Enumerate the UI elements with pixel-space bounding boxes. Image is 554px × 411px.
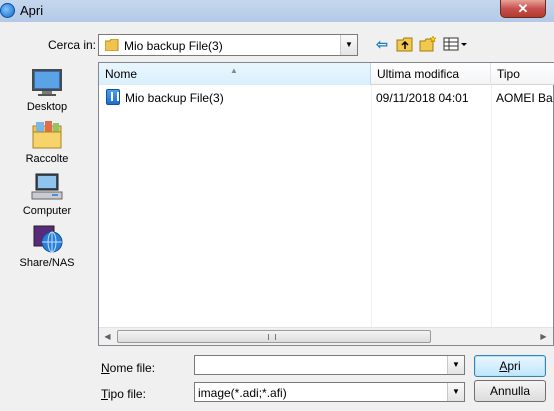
chevron-down-icon[interactable]: ▼	[447, 356, 464, 374]
close-button[interactable]: ✕	[500, 0, 546, 18]
chevron-down-icon[interactable]: ▼	[340, 35, 357, 55]
open-dialog: Apri ✕ Cerca in: Mio backup File(3) ▼ ⇦ …	[0, 0, 554, 411]
column-header-row: ▲ Nome Ultima modifica Tipo	[99, 63, 554, 85]
new-folder-icon[interactable]	[419, 35, 437, 53]
column-type-label: Tipo	[497, 67, 520, 81]
file-date: 09/11/2018 04:01	[376, 91, 469, 105]
filetype-value: image(*.adi;*.afi)	[198, 386, 287, 400]
computer-icon	[31, 173, 63, 200]
window-title: Apri	[20, 3, 44, 18]
scrollbar-thumb[interactable]	[117, 330, 431, 343]
filetype-dropdown[interactable]: image(*.adi;*.afi) ▼	[194, 382, 465, 402]
place-label: Desktop	[26, 101, 68, 113]
network-globe-icon	[33, 225, 63, 253]
filetype-label: Tipo file:	[101, 387, 146, 401]
places-computer[interactable]: Computer	[14, 172, 80, 217]
column-header-name[interactable]: ▲ Nome	[99, 63, 371, 85]
libraries-icon	[32, 121, 62, 149]
close-icon: ✕	[517, 1, 529, 16]
sort-ascending-icon: ▲	[230, 66, 238, 75]
place-label: Share/NAS	[19, 257, 75, 269]
scroll-right-icon[interactable]: ▶	[535, 328, 552, 345]
column-name-label: Nome	[105, 67, 138, 81]
lookin-dropdown[interactable]: Mio backup File(3) ▼	[98, 34, 358, 56]
file-list[interactable]: ▲ Nome Ultima modifica Tipo Mio backup F…	[98, 62, 554, 346]
app-icon	[0, 3, 15, 18]
horizontal-scrollbar[interactable]: ◀ ▶	[99, 327, 553, 345]
column-header-type[interactable]: Tipo	[491, 63, 554, 85]
places-share-nas[interactable]: Share/NAS	[14, 224, 80, 269]
column-divider	[371, 85, 372, 327]
file-name: Mio backup File(3)	[125, 91, 224, 105]
up-folder-icon[interactable]	[396, 35, 414, 53]
folder-icon	[105, 39, 119, 51]
column-date-label: Ultima modifica	[377, 67, 460, 81]
grip-icon	[268, 334, 276, 340]
places-libraries[interactable]: Raccolte	[14, 120, 80, 165]
chevron-down-icon[interactable]: ▼	[447, 383, 464, 401]
scroll-left-icon[interactable]: ◀	[99, 328, 116, 345]
column-header-date[interactable]: Ultima modifica	[371, 63, 491, 85]
file-type: AOMEI Ba	[496, 91, 553, 105]
places-desktop[interactable]: Desktop	[14, 68, 80, 113]
aomei-backup-file-icon	[106, 89, 120, 105]
lookin-label: Cerca in:	[48, 38, 97, 52]
desktop-icon	[32, 69, 62, 96]
place-label: Computer	[22, 205, 72, 217]
file-row[interactable]: Mio backup File(3) 09/11/2018 04:01 AOME…	[99, 89, 554, 107]
filename-label: Nome file:	[101, 361, 156, 375]
filename-combo[interactable]: ▼	[194, 355, 465, 375]
title-bar: Apri ✕	[0, 0, 554, 22]
open-button[interactable]: Apri	[474, 355, 546, 377]
view-menu-icon[interactable]	[443, 35, 469, 53]
lookin-value: Mio backup File(3)	[124, 39, 223, 53]
column-divider	[491, 85, 492, 327]
place-label: Raccolte	[25, 153, 69, 165]
cancel-button[interactable]: Annulla	[474, 380, 546, 402]
back-icon[interactable]: ⇦	[374, 35, 390, 53]
